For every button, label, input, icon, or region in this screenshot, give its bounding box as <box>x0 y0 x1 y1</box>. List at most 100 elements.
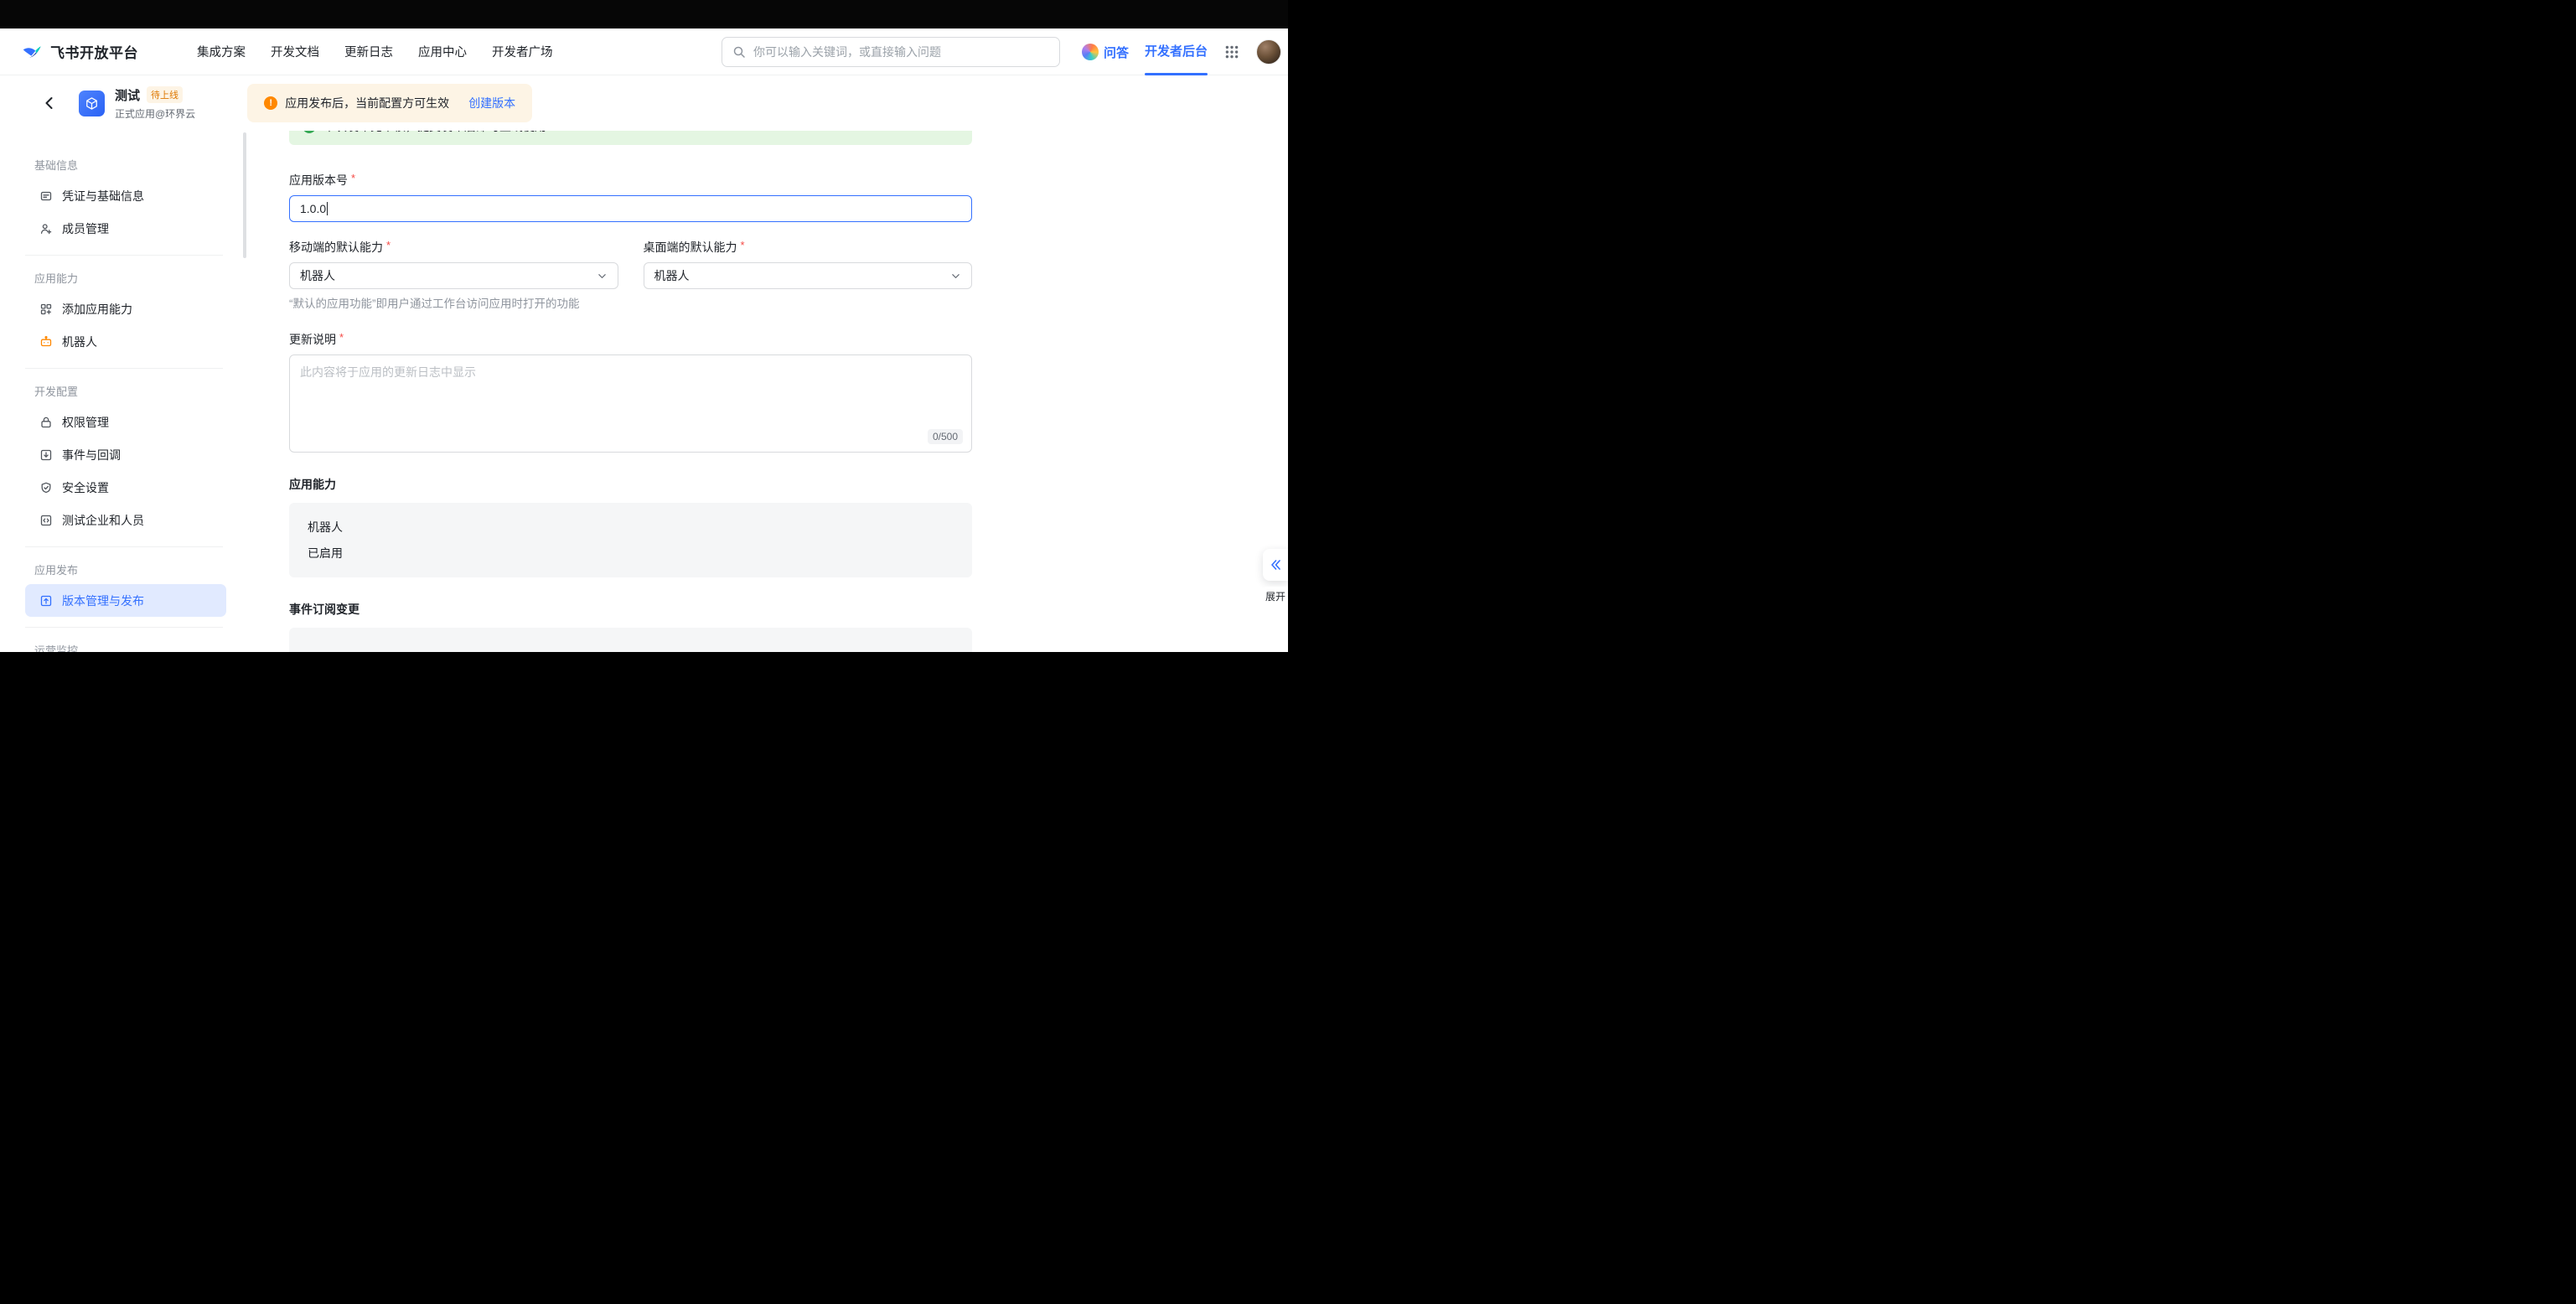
warning-banner: ! 应用发布后，当前配置方可生效 创建版本 <box>247 84 532 122</box>
security-icon <box>39 481 53 494</box>
success-banner: 本次发布免审核，提交发布后即可上线使用 <box>289 131 972 145</box>
version-label: 应用版本号 * <box>289 172 972 189</box>
char-counter: 0/500 <box>928 429 963 444</box>
warning-icon: ! <box>264 96 277 110</box>
success-banner-clip: 本次发布免审核，提交发布后即可上线使用 <box>289 131 972 145</box>
desktop-capability-field: 桌面端的默认能力 * 机器人 <box>644 239 973 289</box>
window-top-bar <box>0 0 1288 28</box>
sidebar-item-add-capability[interactable]: 添加应用能力 <box>25 292 226 325</box>
qa-link[interactable]: 问答 <box>1082 44 1129 61</box>
update-notes-textarea[interactable]: 此内容将于应用的更新日志中显示 0/500 <box>289 354 972 453</box>
nav-app-center[interactable]: 应用中心 <box>418 43 467 60</box>
sidebar-item-label: 事件与回调 <box>62 447 121 463</box>
app-icon <box>79 91 105 116</box>
required-asterisk: * <box>351 172 355 184</box>
nav-docs[interactable]: 开发文档 <box>271 43 319 60</box>
qa-icon <box>1082 44 1099 60</box>
site-header: 飞书开放平台 集成方案 开发文档 更新日志 应用中心 开发者广场 你可以输入关键… <box>0 28 1288 75</box>
sidebar-item-credentials[interactable]: 凭证与基础信息 <box>25 179 226 212</box>
sidebar-item-events-callbacks[interactable]: 事件与回调 <box>25 438 226 471</box>
sidebar-item-version-publish[interactable]: 版本管理与发布 <box>25 584 226 617</box>
required-asterisk: * <box>386 239 391 251</box>
developer-console-link[interactable]: 开发者后台 <box>1145 28 1208 75</box>
sidebar-section-capability: 应用能力 <box>0 266 248 292</box>
status-badge: 待上线 <box>147 86 183 103</box>
update-notes-label: 更新说明 * <box>289 331 972 348</box>
mobile-capability-value: 机器人 <box>300 267 335 284</box>
events-section-heading: 事件订阅变更 <box>289 601 972 618</box>
sidebar-scrollbar[interactable] <box>243 132 246 258</box>
sidebar-item-label: 机器人 <box>62 334 97 350</box>
app-titles: 测试 待上线 正式应用@环界云 <box>115 86 195 121</box>
capability-panel: 机器人 已启用 <box>289 503 972 577</box>
logo-text: 飞书开放平台 <box>50 41 138 62</box>
sidebar-item-label: 版本管理与发布 <box>62 592 144 609</box>
capability-status: 已启用 <box>308 545 954 561</box>
sidebar-item-label: 成员管理 <box>62 220 109 237</box>
success-banner-text: 本次发布免审核，提交发布后即可上线使用 <box>323 131 546 135</box>
desktop-capability-label: 桌面端的默认能力 * <box>644 239 973 256</box>
version-input[interactable]: 1.0.0 <box>289 195 972 222</box>
nav-integration[interactable]: 集成方案 <box>197 43 246 60</box>
sidebar-item-security[interactable]: 安全设置 <box>25 471 226 504</box>
page-body: 基础信息 凭证与基础信息 成员管理 应用能力 <box>0 131 1288 652</box>
mobile-capability-field: 移动端的默认能力 * 机器人 <box>289 239 618 289</box>
test-org-icon <box>39 514 53 527</box>
version-publish-icon <box>39 594 53 608</box>
required-asterisk: * <box>741 239 745 251</box>
event-callback-icon <box>39 448 53 462</box>
robot-icon <box>39 335 53 349</box>
version-value: 1.0.0 <box>300 202 326 215</box>
permission-icon <box>39 416 53 429</box>
nav-dev-square[interactable]: 开发者广场 <box>492 43 553 60</box>
sidebar-divider <box>25 627 223 628</box>
required-asterisk: * <box>339 331 344 344</box>
search-icon <box>732 45 746 59</box>
sidebar-section-publish: 应用发布 <box>0 557 248 584</box>
sidebar-item-members[interactable]: 成员管理 <box>25 212 226 245</box>
header-right: 问答 开发者后台 <box>1082 28 1281 75</box>
primary-nav: 集成方案 开发文档 更新日志 应用中心 开发者广场 <box>197 43 553 60</box>
text-cursor <box>327 202 328 215</box>
update-notes-placeholder: 此内容将于应用的更新日志中显示 <box>300 365 476 379</box>
back-button[interactable] <box>39 93 59 113</box>
collapse-chevrons-icon[interactable] <box>1263 549 1288 581</box>
sidebar-item-label: 测试企业和人员 <box>62 512 144 529</box>
desktop-capability-value: 机器人 <box>654 267 690 284</box>
warning-text: 应用发布后，当前配置方可生效 <box>285 95 449 111</box>
sidebar-section-dev-config: 开发配置 <box>0 379 248 406</box>
members-icon <box>39 222 53 235</box>
app-context-bar: 测试 待上线 正式应用@环界云 ! 应用发布后，当前配置方可生效 创建版本 <box>0 75 1288 131</box>
sidebar-section-basic: 基础信息 <box>0 153 248 179</box>
expand-label[interactable]: 展开 <box>1263 587 1288 606</box>
expand-panel-control: 展开 <box>1258 549 1288 606</box>
sidebar-section-monitor: 运营监控 <box>0 638 248 652</box>
sidebar-item-label: 凭证与基础信息 <box>62 188 144 204</box>
feishu-logo-icon <box>20 40 43 63</box>
success-check-icon <box>303 131 316 133</box>
user-avatar[interactable] <box>1256 39 1281 65</box>
nav-changelog[interactable]: 更新日志 <box>344 43 393 60</box>
add-capability-icon <box>39 303 53 316</box>
mobile-capability-select[interactable]: 机器人 <box>289 262 618 289</box>
app-meta: 正式应用@环界云 <box>115 106 195 121</box>
chevron-down-icon <box>950 271 961 282</box>
capability-helper-text: “默认的应用功能”即用户通过工作台访问应用时打开的功能 <box>289 294 972 311</box>
sidebar: 基础信息 凭证与基础信息 成员管理 应用能力 <box>0 131 248 652</box>
create-version-link[interactable]: 创建版本 <box>468 95 515 111</box>
sidebar-item-robot[interactable]: 机器人 <box>25 325 226 358</box>
browser-window: 飞书开放平台 集成方案 开发文档 更新日志 应用中心 开发者广场 你可以输入关键… <box>0 0 1288 652</box>
capability-section-heading: 应用能力 <box>289 476 972 493</box>
search-input[interactable]: 你可以输入关键词，或直接输入问题 <box>722 37 1060 67</box>
feishu-logo[interactable]: 飞书开放平台 <box>20 40 138 63</box>
qa-label: 问答 <box>1104 44 1129 61</box>
app-name: 测试 <box>115 86 140 104</box>
sidebar-item-test-org[interactable]: 测试企业和人员 <box>25 504 226 536</box>
mobile-capability-label: 移动端的默认能力 * <box>289 239 618 256</box>
sidebar-divider <box>25 255 223 256</box>
desktop-capability-select[interactable]: 机器人 <box>644 262 973 289</box>
apps-grid-icon[interactable] <box>1223 44 1240 60</box>
sidebar-item-label: 添加应用能力 <box>62 301 132 318</box>
credential-icon <box>39 189 53 203</box>
sidebar-item-permissions[interactable]: 权限管理 <box>25 406 226 438</box>
